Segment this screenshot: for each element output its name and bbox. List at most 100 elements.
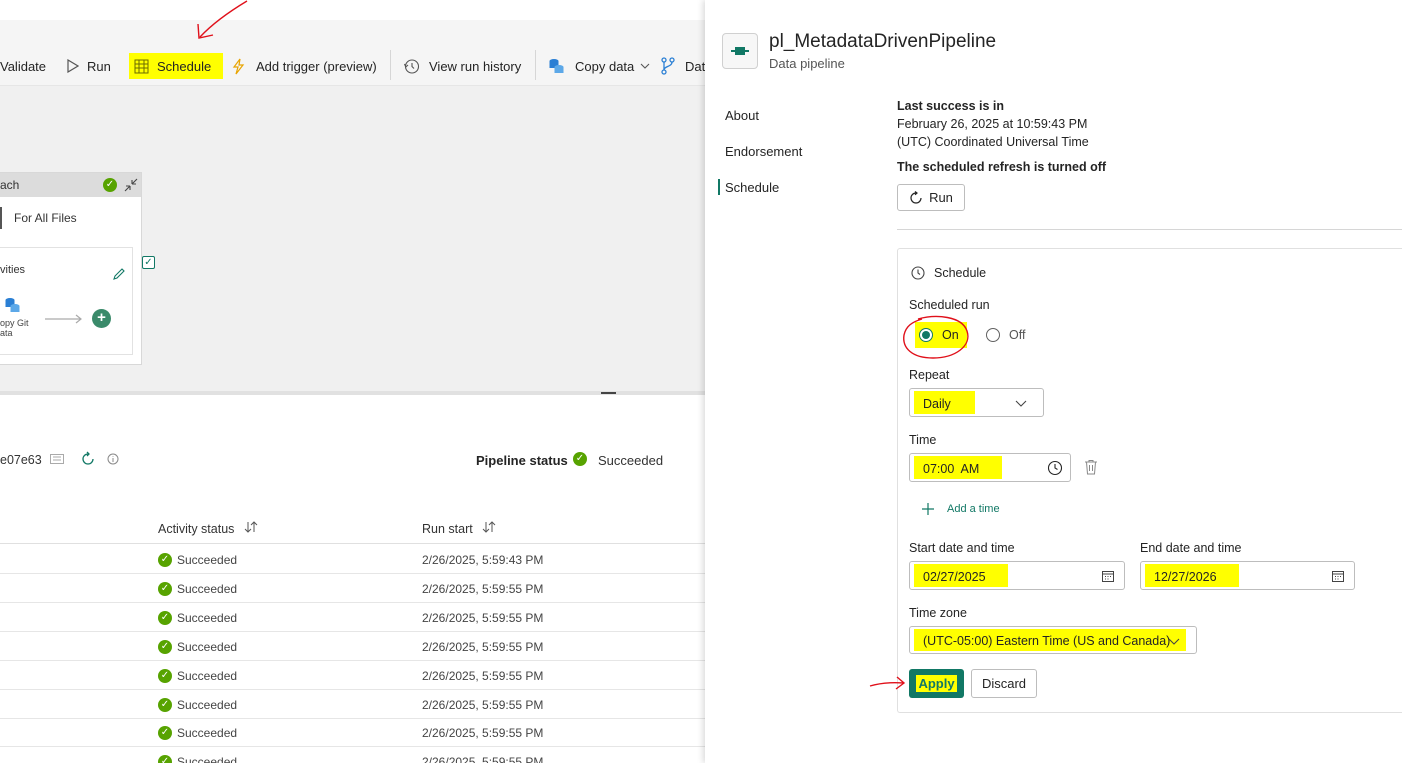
start-date-input[interactable]: 02/27/2025 bbox=[909, 561, 1125, 590]
col-activity-status[interactable]: Activity status bbox=[158, 522, 234, 536]
refresh-icon[interactable] bbox=[80, 451, 96, 467]
view-run-history-button[interactable]: View run history bbox=[403, 55, 521, 77]
settings-panel: pl_MetadataDrivenPipeline Data pipeline … bbox=[705, 0, 1402, 763]
status-cell: ✓ Succeeded bbox=[158, 698, 237, 712]
run-start-cell: 2/26/2025, 5:59:55 PM bbox=[422, 726, 544, 740]
timezone-dropdown[interactable]: (UTC-05:00) Eastern Time (US and Canada) bbox=[909, 626, 1197, 654]
calendar-grid-icon bbox=[134, 59, 149, 73]
repeat-label: Repeat bbox=[909, 368, 950, 382]
clock-icon bbox=[911, 266, 925, 280]
activities-container: vities opy Git ata + bbox=[0, 247, 133, 355]
run-start-cell: 2/26/2025, 5:59:55 PM bbox=[422, 755, 544, 763]
table-row[interactable]: ✓ Succeeded 2/26/2025, 5:59:55 PM bbox=[0, 747, 705, 763]
status-cell: ✓ Succeeded bbox=[158, 611, 237, 625]
nav-endorsement[interactable]: Endorsement bbox=[725, 144, 802, 159]
add-trigger-button[interactable]: Add trigger (preview) bbox=[232, 55, 377, 77]
connector-arrow bbox=[45, 314, 82, 324]
trash-icon[interactable] bbox=[1084, 459, 1098, 475]
validate-button[interactable]: Validate bbox=[0, 55, 46, 77]
pipeline-status-label: Pipeline status bbox=[476, 453, 568, 468]
copy-data-label: Copy data bbox=[575, 58, 635, 74]
status-cell: ✓ Succeeded bbox=[158, 726, 237, 740]
repeat-dropdown[interactable]: Daily bbox=[909, 388, 1044, 417]
timezone-value: (UTC-05:00) Eastern Time (US and Canada) bbox=[923, 634, 1171, 648]
table-row[interactable]: ✓ Succeeded 2/26/2025, 5:59:43 PM bbox=[0, 545, 705, 574]
view-run-history-label: View run history bbox=[429, 58, 522, 74]
success-check-icon: ✓ bbox=[573, 452, 587, 466]
table-row[interactable]: ✓ Succeeded 2/26/2025, 5:59:55 PM bbox=[0, 661, 705, 690]
calendar-icon[interactable] bbox=[1102, 570, 1114, 582]
schedule-toolbar-label: Schedule bbox=[157, 58, 212, 74]
status-text: Succeeded bbox=[177, 611, 238, 625]
table-row[interactable]: ✓ Succeeded 2/26/2025, 5:59:55 PM bbox=[0, 690, 705, 719]
app-root: Validate Run Schedule Add trigger (previ… bbox=[0, 0, 1402, 763]
copy-activity-icon[interactable] bbox=[4, 296, 22, 314]
apply-label: Apply bbox=[916, 675, 957, 692]
schedule-header: Schedule bbox=[934, 266, 987, 280]
pipeline-toolbar: Validate Run Schedule Add trigger (previ… bbox=[0, 20, 705, 86]
time-input[interactable]: 07:00 AM bbox=[909, 453, 1071, 482]
nav-schedule[interactable]: Schedule bbox=[725, 180, 779, 195]
radio-off[interactable] bbox=[986, 328, 1000, 342]
status-text: Succeeded bbox=[177, 640, 238, 654]
status-cell: ✓ Succeeded bbox=[158, 669, 237, 683]
refresh-icon bbox=[910, 190, 922, 204]
timezone-label: Time zone bbox=[909, 606, 967, 620]
success-check-icon: ✓ bbox=[158, 553, 172, 567]
chevron-down-icon bbox=[1168, 638, 1180, 645]
splitter-handle[interactable] bbox=[601, 392, 616, 394]
small-checkbox-icon[interactable]: ✓ bbox=[142, 256, 155, 269]
start-date-value: 02/27/2025 bbox=[923, 570, 986, 584]
discard-button[interactable]: Discard bbox=[971, 669, 1037, 698]
validate-label: Validate bbox=[0, 58, 47, 74]
success-check-icon: ✓ bbox=[158, 698, 172, 712]
run-toolbar-button[interactable]: Run bbox=[66, 55, 111, 77]
foreach-subtitle: For All Files bbox=[14, 211, 77, 225]
copy-data-button[interactable]: Copy data bbox=[548, 55, 650, 77]
sort-icon[interactable] bbox=[244, 520, 258, 534]
run-start-cell: 2/26/2025, 5:59:55 PM bbox=[422, 698, 544, 712]
add-activity-icon[interactable]: + bbox=[92, 309, 111, 328]
sort-icon[interactable] bbox=[482, 520, 496, 534]
schedule-toolbar-button[interactable]: Schedule bbox=[129, 53, 224, 79]
time-value: 07:00 AM bbox=[923, 462, 980, 476]
end-date-value: 12/27/2026 bbox=[1154, 570, 1217, 584]
plus-icon[interactable] bbox=[921, 502, 935, 516]
end-date-input[interactable]: 12/27/2026 bbox=[1140, 561, 1355, 590]
foreach-activity-card[interactable]: ach ✓ For All Files vities opy Git ata + bbox=[0, 172, 142, 365]
radio-on[interactable] bbox=[919, 328, 933, 342]
lightning-icon bbox=[232, 58, 245, 74]
success-check-icon: ✓ bbox=[158, 755, 172, 763]
run-start-cell: 2/26/2025, 5:59:55 PM bbox=[422, 640, 544, 654]
info-icon[interactable] bbox=[107, 453, 119, 465]
dataflow-label: Dat bbox=[685, 58, 706, 74]
last-success-date: February 26, 2025 at 10:59:43 PM bbox=[897, 117, 1088, 131]
add-time-link[interactable]: Add a time bbox=[947, 503, 1000, 515]
apply-button[interactable]: Apply bbox=[909, 669, 964, 698]
chevron-down-icon bbox=[1015, 400, 1027, 407]
discard-label: Discard bbox=[981, 676, 1027, 691]
success-check-icon: ✓ bbox=[158, 726, 172, 740]
nav-about[interactable]: About bbox=[725, 108, 759, 123]
copy-data-icon bbox=[549, 59, 564, 73]
panel-subtitle: Data pipeline bbox=[769, 56, 845, 71]
status-cell: ✓ Succeeded bbox=[158, 640, 237, 654]
dataflow-button[interactable]: Dat bbox=[660, 55, 705, 77]
run-start-cell: 2/26/2025, 5:59:55 PM bbox=[422, 611, 544, 625]
col-run-start[interactable]: Run start bbox=[422, 522, 473, 536]
pencil-icon[interactable] bbox=[112, 267, 126, 281]
table-row[interactable]: ✓ Succeeded 2/26/2025, 5:59:55 PM bbox=[0, 603, 705, 632]
run-now-button[interactable]: Run bbox=[897, 184, 965, 211]
collapse-icon[interactable] bbox=[123, 177, 139, 193]
calendar-icon[interactable] bbox=[1332, 570, 1344, 582]
copy-id-icon[interactable] bbox=[50, 454, 64, 464]
pipeline-status-value: Succeeded bbox=[598, 453, 664, 468]
success-check-icon: ✓ bbox=[158, 582, 172, 596]
copy-activity-label: opy Git ata bbox=[0, 318, 29, 338]
clock-icon[interactable] bbox=[1047, 460, 1063, 476]
status-text: Succeeded bbox=[177, 669, 238, 683]
table-row[interactable]: ✓ Succeeded 2/26/2025, 5:59:55 PM bbox=[0, 718, 705, 747]
table-row[interactable]: ✓ Succeeded 2/26/2025, 5:59:55 PM bbox=[0, 574, 705, 603]
success-check-icon: ✓ bbox=[103, 178, 117, 192]
table-row[interactable]: ✓ Succeeded 2/26/2025, 5:59:55 PM bbox=[0, 632, 705, 661]
